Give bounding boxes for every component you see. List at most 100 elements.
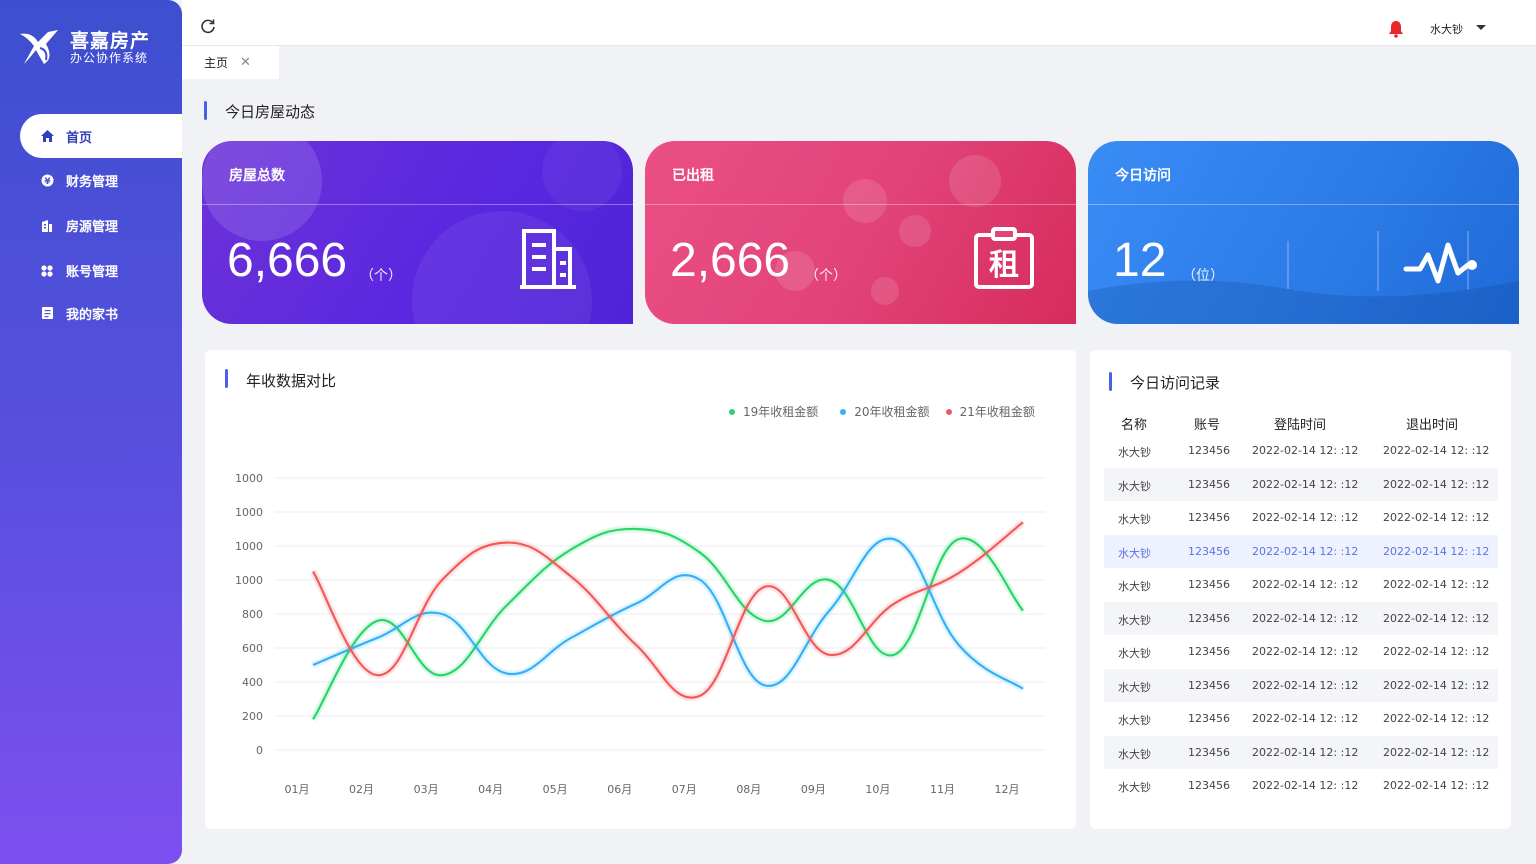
data-point[interactable] [569, 547, 573, 551]
data-point[interactable] [440, 578, 444, 582]
data-point[interactable] [634, 643, 638, 647]
refresh-icon[interactable] [200, 18, 216, 34]
stat-card-rented[interactable]: 已出租 2,666 （个） 租 [645, 141, 1076, 324]
table-row[interactable]: 水大钞 123456 2022-02-14 12: :12 2022-02-14 12… [1104, 769, 1498, 803]
y-tick-label: 600 [242, 642, 263, 655]
table-row[interactable]: 水大钞 123456 2022-02-14 12: :12 2022-02-14 12… [1104, 568, 1498, 602]
sidebar-item-home[interactable]: 首页 [20, 114, 182, 158]
column-header[interactable]: 登陆时间 [1274, 414, 1326, 433]
table-row[interactable]: 水大钞 123456 2022-02-14 12: :12 2022-02-14 12… [1104, 601, 1498, 635]
table-cell: 123456 [1188, 678, 1230, 692]
table-cell: 2022-02-14 12: :12 [1252, 611, 1359, 625]
card-label: 今日访问 [1115, 168, 1171, 184]
sidebar-item-property[interactable]: 房源管理 [0, 203, 182, 248]
stat-card-total-houses[interactable]: 房屋总数 6,666 （个） [202, 141, 633, 324]
data-point[interactable] [569, 636, 573, 640]
table-cell: 水大钞 [1118, 647, 1151, 660]
data-point[interactable] [698, 551, 702, 555]
table-cell: 水大钞 [1118, 580, 1151, 593]
data-point[interactable] [1021, 687, 1025, 691]
data-point[interactable] [763, 683, 767, 687]
data-point[interactable] [763, 619, 767, 623]
logo[interactable]: 喜嘉房产 办公协作系统 [18, 26, 168, 70]
data-point[interactable] [956, 571, 960, 575]
data-point[interactable] [634, 602, 638, 606]
table-row[interactable]: 水大钞 123456 2022-02-14 12: :12 2022-02-14 12… [1104, 702, 1498, 736]
data-point[interactable] [956, 643, 960, 647]
x-tick-label: 08月 [736, 783, 761, 796]
data-point[interactable] [376, 619, 380, 623]
table-cell: 水大钞 [1118, 446, 1151, 459]
chevron-down-icon[interactable] [1476, 25, 1486, 30]
sidebar-item-label: 房源管理 [66, 220, 119, 235]
table-cell: 水大钞 [1118, 781, 1151, 794]
data-point[interactable] [698, 578, 702, 582]
column-header[interactable]: 名称 [1121, 414, 1147, 433]
table-cell: 2022-02-14 12: :12 [1383, 444, 1490, 457]
data-point[interactable] [505, 604, 509, 608]
data-point[interactable] [827, 609, 831, 613]
data-point[interactable] [311, 717, 315, 721]
table-row[interactable]: 水大钞 123456 2022-02-14 12: :12 2022-02-14 12… [1104, 735, 1498, 769]
tab-home[interactable]: 主页 ✕ [182, 46, 279, 79]
data-point[interactable] [505, 672, 509, 676]
bell-icon[interactable] [1388, 20, 1404, 38]
data-point[interactable] [1021, 520, 1025, 524]
data-point[interactable] [892, 537, 896, 541]
data-point[interactable] [892, 602, 896, 606]
data-point[interactable] [440, 673, 444, 677]
y-tick-label: 1000 [235, 540, 263, 553]
table-body: 水大钞 123456 2022-02-14 12: :12 2022-02-14 12… [1104, 434, 1498, 803]
x-tick-label: 10月 [865, 783, 890, 796]
data-point[interactable] [311, 663, 315, 667]
data-point[interactable] [634, 527, 638, 531]
data-point[interactable] [376, 673, 380, 677]
table-cell: 水大钞 [1118, 680, 1151, 694]
grid-icon [40, 264, 54, 278]
data-point[interactable] [827, 653, 831, 657]
column-header[interactable]: 退出时间 [1406, 414, 1458, 433]
table-cell: 123456 [1188, 544, 1230, 558]
table-row[interactable]: 水大钞 123456 2022-02-14 12: :12 2022-02-14 12… [1104, 668, 1498, 702]
data-point[interactable] [505, 541, 509, 545]
card-value: 6,666 [227, 234, 348, 287]
y-tick-label: 1000 [235, 472, 263, 485]
table-cell: 123456 [1188, 611, 1230, 625]
data-point[interactable] [440, 612, 444, 616]
table-row[interactable]: 水大钞 123456 2022-02-14 12: :12 2022-02-14 12… [1104, 434, 1498, 468]
table-row[interactable]: 水大钞 123456 2022-02-14 12: :12 2022-02-14 12… [1104, 534, 1498, 568]
table-cell: 2022-02-14 12: :12 [1252, 678, 1359, 692]
table-cell: 123456 [1188, 645, 1230, 658]
top-bar: 水大钞 [182, 0, 1536, 46]
data-point[interactable] [376, 636, 380, 640]
book-icon [40, 306, 54, 320]
y-tick-label: 800 [242, 608, 263, 621]
stat-card-visits[interactable]: 今日访问 12 （位） [1088, 141, 1519, 324]
sidebar-item-accounts[interactable]: 账号管理 [0, 248, 182, 293]
data-point[interactable] [892, 653, 896, 657]
table-row[interactable]: 水大钞 123456 2022-02-14 12: :12 2022-02-14 12… [1104, 501, 1498, 535]
user-name[interactable]: 水大钞 [1430, 21, 1463, 37]
sidebar-item-label: 我的家书 [66, 307, 119, 323]
data-point[interactable] [763, 585, 767, 589]
table-row[interactable]: 水大钞 123456 2022-02-14 12: :12 2022-02-14 12… [1104, 635, 1498, 669]
sidebar-item-letters[interactable]: 我的家书 [0, 293, 182, 333]
svg-text:¥: ¥ [44, 177, 51, 187]
x-tick-label: 06月 [607, 783, 632, 796]
data-point[interactable] [311, 570, 315, 574]
table-row[interactable]: 水大钞 123456 2022-02-14 12: :12 2022-02-14 12… [1104, 467, 1498, 501]
close-icon[interactable]: ✕ [240, 55, 251, 70]
data-point[interactable] [956, 537, 960, 541]
table-cell: 2022-02-14 12: :12 [1383, 544, 1490, 558]
rent-clipboard-icon: 租 [974, 227, 1034, 289]
svg-text:租: 租 [989, 248, 1019, 283]
table-cell: 2022-02-14 12: :12 [1252, 712, 1359, 725]
y-tick-label: 1000 [235, 506, 263, 519]
data-point[interactable] [569, 575, 573, 579]
data-point[interactable] [827, 578, 831, 582]
sidebar-item-finance[interactable]: ¥ 财务管理 [0, 158, 182, 203]
data-point[interactable] [1021, 609, 1025, 613]
card-unit: （个） [805, 268, 847, 284]
data-point[interactable] [698, 694, 702, 698]
column-header[interactable]: 账号 [1194, 414, 1220, 433]
